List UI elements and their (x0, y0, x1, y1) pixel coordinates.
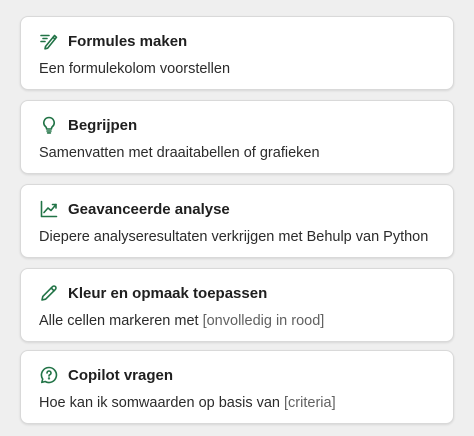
description-placeholder: [onvolledig in rood] (202, 313, 325, 329)
description-text: Een formulekolom voorstellen (39, 61, 231, 77)
description-placeholder: [criteria] (284, 395, 336, 411)
trend-chart-icon (39, 199, 59, 219)
card-title: Geavanceerde analyse (68, 200, 230, 218)
description-text: Hoe kan ik somwaarden op basis van (39, 395, 285, 411)
card-title: Kleur en opmaak toepassen (68, 284, 268, 302)
description-text: Diepere analyseresultaten verkrijgen met… (39, 229, 429, 245)
card-description: Samenvatten met draaitabellen of grafiek… (39, 145, 320, 161)
card-title: Copilot vragen (68, 366, 174, 384)
card-description: Alle cellen markeren met [onvolledig in … (39, 313, 324, 329)
suggestion-card-advanced-analysis[interactable]: Geavanceerde analyse Diepere analyseresu… (20, 184, 454, 258)
suggestion-card-formulas[interactable]: Formules maken Een formulekolom voorstel… (20, 16, 454, 90)
description-text: Samenvatten met draaitabellen of grafiek… (39, 145, 320, 161)
card-header: Formules maken (39, 30, 187, 52)
card-header: Geavanceerde analyse (39, 198, 230, 220)
card-title: Formules maken (68, 32, 188, 50)
pencil-icon (39, 283, 59, 303)
card-description: Hoe kan ik somwaarden op basis van [crit… (39, 395, 336, 411)
suggestion-card-understand[interactable]: Begrijpen Samenvatten met draaitabellen … (20, 100, 454, 174)
card-description: Een formulekolom voorstellen (39, 61, 230, 77)
suggestion-card-ask-copilot[interactable]: Copilot vragen Hoe kan ik somwaarden op … (20, 350, 454, 424)
card-header: Begrijpen (39, 114, 137, 136)
description-text: Alle cellen markeren met (39, 313, 203, 329)
chat-question-icon (39, 365, 59, 385)
formula-pen-icon (39, 31, 59, 51)
card-header: Kleur en opmaak toepassen (39, 282, 267, 304)
suggestion-card-color-format[interactable]: Kleur en opmaak toepassen Alle cellen ma… (20, 268, 454, 342)
lightbulb-icon (39, 115, 59, 135)
card-header: Copilot vragen (39, 364, 173, 386)
card-title: Begrijpen (68, 116, 138, 134)
card-description: Diepere analyseresultaten verkrijgen met… (39, 229, 428, 245)
